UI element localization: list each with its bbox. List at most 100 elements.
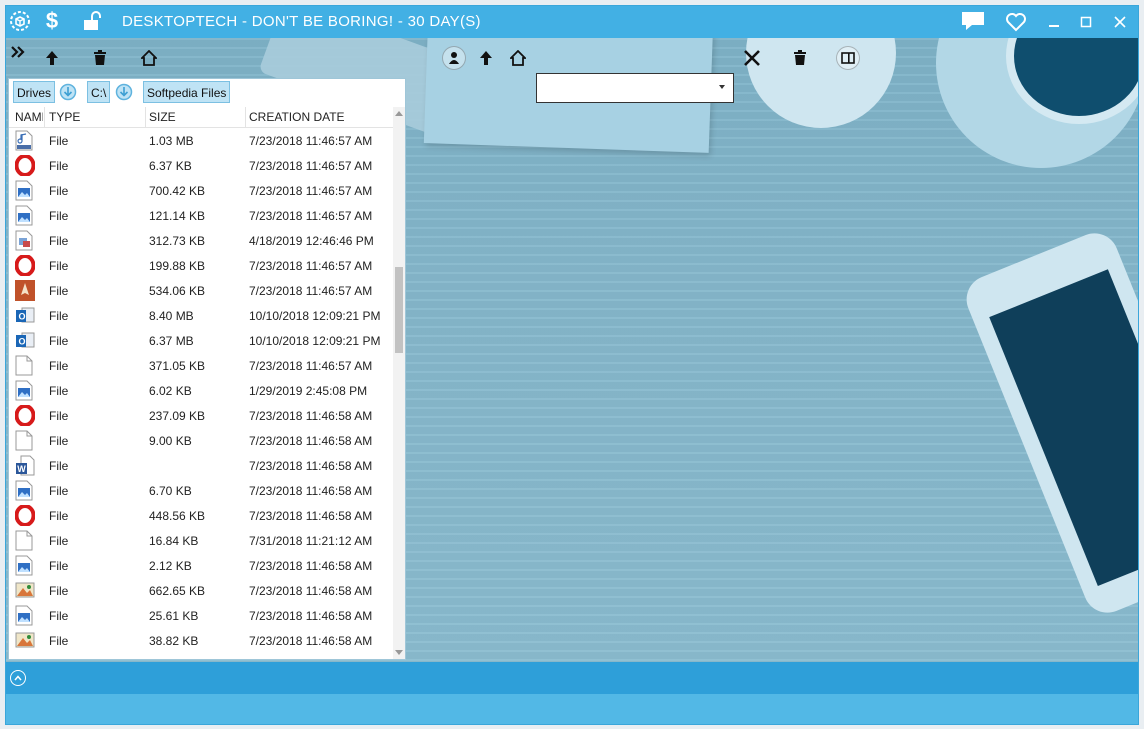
- file-row[interactable]: W File 7/23/2018 11:46:58 AM: [9, 453, 395, 478]
- column-divider[interactable]: [145, 107, 146, 127]
- blank-file-icon: [15, 530, 35, 551]
- unlock-icon[interactable]: [80, 9, 104, 33]
- file-size: 9.00 KB: [149, 434, 192, 448]
- column-header-size[interactable]: SIZE: [149, 110, 176, 124]
- breadcrumb-softpedia-files[interactable]: Softpedia Files: [143, 81, 231, 103]
- file-creation-date: 7/23/2018 11:46:58 AM: [249, 559, 373, 573]
- scroll-thumb[interactable]: [395, 267, 403, 353]
- file-creation-date: 10/10/2018 12:09:21 PM: [249, 309, 381, 323]
- file-row[interactable]: File 199.88 KB 7/23/2018 11:46:57 AM: [9, 253, 395, 278]
- file-row[interactable]: File 371.05 KB 7/23/2018 11:46:57 AM: [9, 353, 395, 378]
- file-type: File: [49, 259, 69, 273]
- breadcrumb-c-drive[interactable]: C:\: [87, 81, 111, 103]
- file-creation-date: 7/23/2018 11:46:57 AM: [249, 259, 373, 273]
- file-row[interactable]: File 312.73 KB 4/18/2019 12:46:46 PM: [9, 228, 395, 253]
- file-type: File: [49, 559, 69, 573]
- file-size: 25.61 KB: [149, 609, 199, 623]
- file-row[interactable]: File 448.56 KB 7/23/2018 11:46:58 AM: [9, 503, 395, 528]
- file-row[interactable]: File 534.06 KB 7/23/2018 11:46:57 AM: [9, 278, 395, 303]
- file-creation-date: 1/29/2019 2:45:08 PM: [249, 384, 368, 398]
- file-size: 237.09 KB: [149, 409, 206, 423]
- heart-icon[interactable]: [1002, 10, 1030, 34]
- file-size: 121.14 KB: [149, 209, 206, 223]
- file-size: 448.56 KB: [149, 509, 206, 523]
- file-creation-date: 7/23/2018 11:46:58 AM: [249, 409, 373, 423]
- file-type: File: [49, 409, 69, 423]
- up-arrow-icon[interactable]: [40, 46, 64, 70]
- paint-image-icon: [15, 630, 35, 651]
- column-header-type[interactable]: TYPE: [49, 110, 80, 124]
- file-creation-date: 7/23/2018 11:46:57 AM: [249, 134, 373, 148]
- minimize-icon[interactable]: [1040, 10, 1068, 34]
- column-header-name[interactable]: NAME: [15, 110, 43, 124]
- file-row[interactable]: File 25.61 KB 7/23/2018 11:46:58 AM: [9, 603, 395, 628]
- file-row[interactable]: File 16.84 KB 7/31/2018 11:21:12 AM: [9, 528, 395, 553]
- maximize-icon[interactable]: [1072, 10, 1100, 34]
- file-row[interactable]: File 121.14 KB 7/23/2018 11:46:57 AM: [9, 203, 395, 228]
- file-row[interactable]: File 700.42 KB 7/23/2018 11:46:57 AM: [9, 178, 395, 203]
- columns-icon[interactable]: [836, 46, 860, 70]
- file-type: File: [49, 584, 69, 598]
- title-bar: $ DESKTOPTECH - DON'T BE BORING! - 30 DA…: [6, 6, 1138, 38]
- file-creation-date: 7/23/2018 11:46:58 AM: [249, 484, 373, 498]
- file-row[interactable]: O File 6.37 MB 10/10/2018 12:09:21 PM: [9, 328, 395, 353]
- opera-icon: [14, 154, 36, 177]
- file-row[interactable]: File 9.00 KB 7/23/2018 11:46:58 AM: [9, 428, 395, 453]
- image-file-icon: [15, 180, 35, 201]
- vertical-scrollbar[interactable]: [393, 107, 405, 659]
- file-row[interactable]: File 38.82 KB 7/23/2018 11:46:58 AM: [9, 628, 395, 653]
- file-row[interactable]: O File 8.40 MB 10/10/2018 12:09:21 PM: [9, 303, 395, 328]
- file-size: 662.65 KB: [149, 584, 206, 598]
- desktop-area: Drives C:\ Softpedia Files NAME TYPE SIZ…: [6, 38, 1138, 662]
- column-header-creation-date[interactable]: CREATION DATE: [249, 110, 345, 124]
- path-combobox[interactable]: [536, 73, 734, 103]
- file-row[interactable]: File 6.37 KB 7/23/2018 11:46:57 AM: [9, 153, 395, 178]
- user-icon[interactable]: [442, 46, 466, 70]
- file-size: 6.70 KB: [149, 484, 192, 498]
- file-creation-date: 7/23/2018 11:46:57 AM: [249, 184, 373, 198]
- scroll-up-arrow[interactable]: [395, 111, 403, 116]
- file-type: File: [49, 309, 69, 323]
- trash-icon[interactable]: [788, 46, 812, 70]
- column-divider[interactable]: [44, 107, 45, 127]
- status-bar: [6, 694, 1138, 724]
- paint-image-icon: [15, 580, 35, 601]
- column-divider[interactable]: [245, 107, 246, 127]
- file-creation-date: 7/23/2018 11:46:57 AM: [249, 359, 373, 373]
- home-icon[interactable]: [137, 46, 161, 70]
- arrow-down-circle-icon[interactable]: [59, 83, 77, 101]
- file-type: File: [49, 209, 69, 223]
- file-row[interactable]: File 6.02 KB 1/29/2019 2:45:08 PM: [9, 378, 395, 403]
- image-file-icon: [15, 380, 35, 401]
- arrow-down-circle-icon[interactable]: [115, 83, 133, 101]
- expand-chevrons-icon[interactable]: [6, 40, 30, 64]
- gear-cube-icon[interactable]: [8, 9, 32, 33]
- scroll-down-arrow[interactable]: [395, 650, 403, 655]
- dollar-icon[interactable]: $: [40, 8, 64, 33]
- file-type: File: [49, 359, 69, 373]
- image-file-icon: [15, 480, 35, 501]
- breadcrumb-drives[interactable]: Drives: [13, 81, 56, 103]
- svg-text:W: W: [17, 464, 26, 474]
- file-type: File: [49, 134, 69, 148]
- trash-icon[interactable]: [88, 46, 112, 70]
- file-creation-date: 7/23/2018 11:46:57 AM: [249, 159, 373, 173]
- file-list: File 1.03 MB 7/23/2018 11:46:57 AM File 6.37…: [9, 128, 395, 658]
- chat-icon[interactable]: [959, 9, 987, 33]
- file-type: File: [49, 234, 69, 248]
- file-row[interactable]: File 1.03 MB 7/23/2018 11:46:57 AM: [9, 128, 395, 153]
- up-arrow-icon[interactable]: [474, 46, 498, 70]
- file-row[interactable]: File 237.09 KB 7/23/2018 11:46:58 AM: [9, 403, 395, 428]
- mp3-file-icon: [15, 130, 35, 151]
- home-icon[interactable]: [506, 46, 530, 70]
- close-window-icon[interactable]: [1106, 10, 1134, 34]
- close-icon[interactable]: [740, 46, 764, 70]
- file-creation-date: 7/23/2018 11:46:57 AM: [249, 284, 373, 298]
- file-row[interactable]: File 662.65 KB 7/23/2018 11:46:58 AM: [9, 578, 395, 603]
- file-row[interactable]: File 2.12 KB 7/23/2018 11:46:58 AM: [9, 553, 395, 578]
- chevron-down-icon: [719, 85, 725, 89]
- chevron-up-icon[interactable]: [10, 670, 26, 686]
- opera-icon: [14, 404, 36, 427]
- file-browser-panel: Drives C:\ Softpedia Files NAME TYPE SIZ…: [8, 78, 406, 660]
- file-row[interactable]: File 6.70 KB 7/23/2018 11:46:58 AM: [9, 478, 395, 503]
